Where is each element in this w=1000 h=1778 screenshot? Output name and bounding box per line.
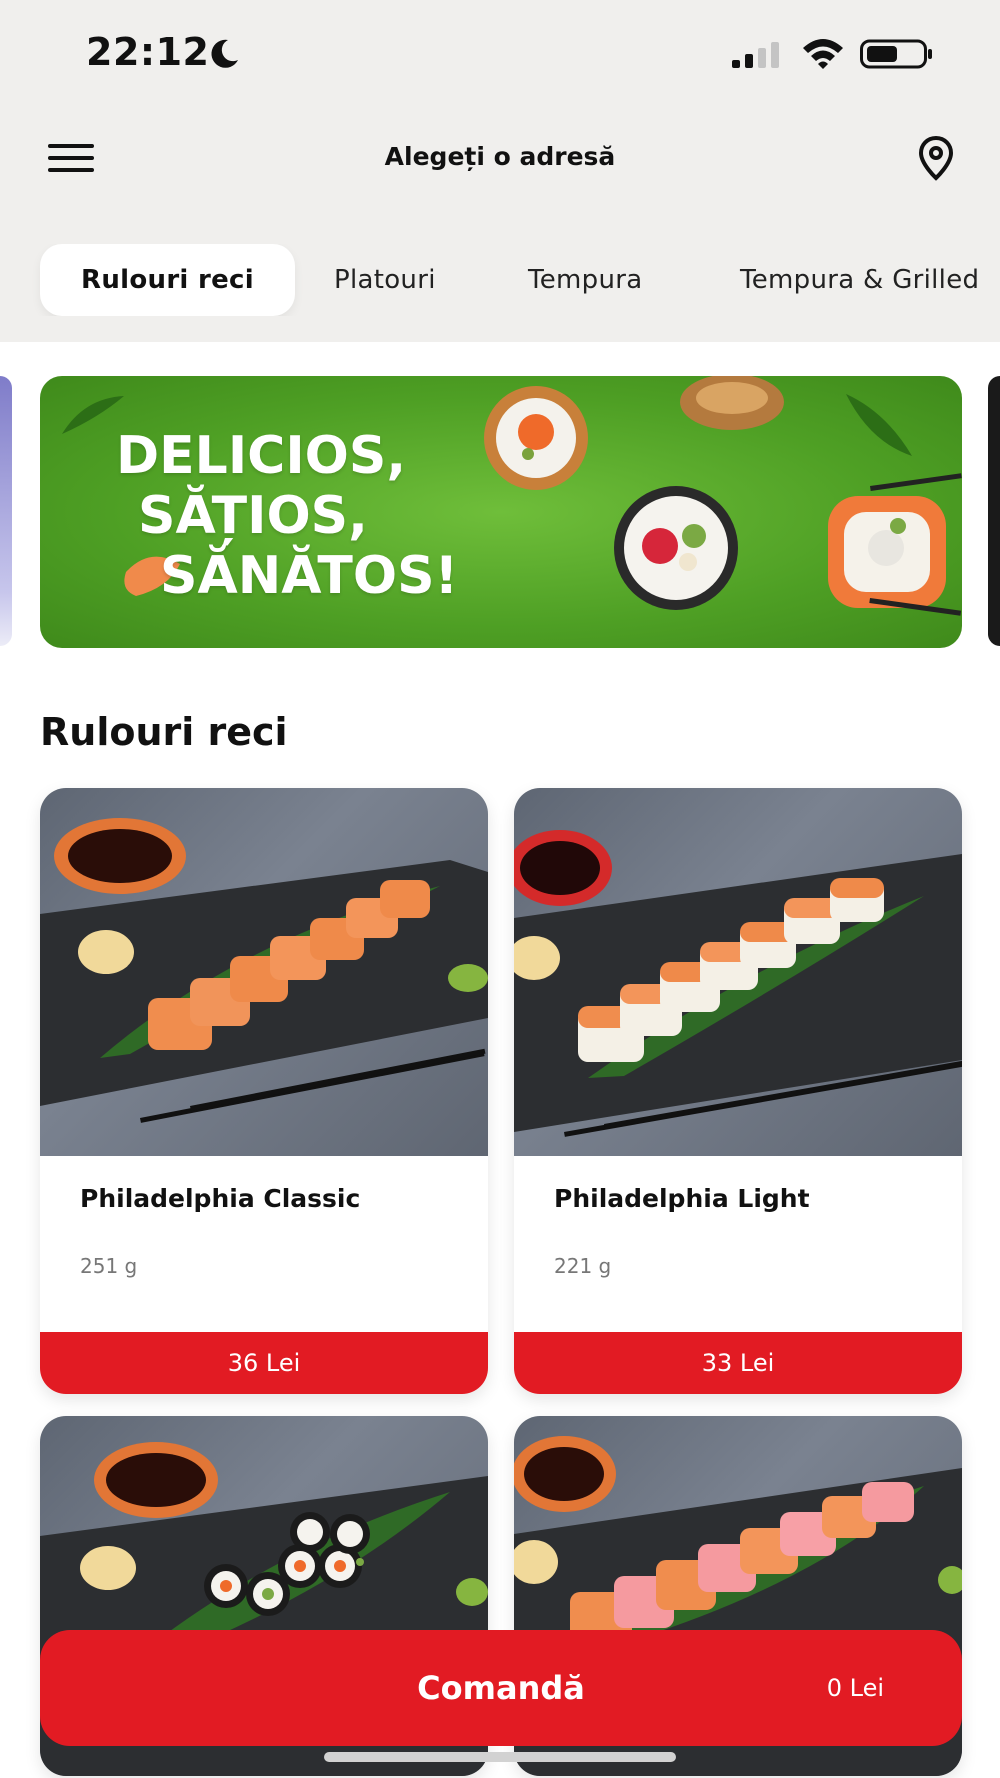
top-bar: Alegeți o adresă xyxy=(0,120,1000,196)
product-name: Philadelphia Classic xyxy=(80,1184,361,1213)
product-weight: 221 g xyxy=(554,1254,612,1278)
tab-tempura-grilled[interactable]: Tempura & Grilled xyxy=(740,244,979,316)
wifi-icon xyxy=(803,39,843,69)
battery-icon xyxy=(860,39,932,69)
order-total: 0 Lei xyxy=(826,1674,884,1702)
tab-platouri[interactable]: Platouri xyxy=(334,244,436,316)
map-pin-icon[interactable] xyxy=(914,134,958,182)
address-selector[interactable]: Alegeți o adresă xyxy=(300,142,700,171)
product-price-button[interactable]: 36 Lei xyxy=(40,1332,488,1394)
banner-line-1: DELICIOS, xyxy=(116,426,407,486)
banner-line-2: SĂȚIOS, xyxy=(138,486,368,546)
product-price-button[interactable]: 33 Lei xyxy=(514,1332,962,1394)
moon-icon xyxy=(211,39,238,68)
hamburger-line xyxy=(48,168,94,172)
hamburger-line xyxy=(48,156,94,160)
product-image xyxy=(40,788,488,1156)
status-bar: 22:12 xyxy=(0,0,1000,100)
order-button[interactable]: Comandă 0 Lei xyxy=(40,1630,962,1746)
sushi-plate-illustration xyxy=(40,818,488,1123)
home-indicator[interactable] xyxy=(324,1752,676,1762)
product-name: Philadelphia Light xyxy=(554,1184,810,1213)
banner-headline: DELICIOS, SĂȚIOS, SĂNĂTOS! xyxy=(116,426,458,606)
order-label: Comandă xyxy=(417,1669,585,1707)
status-time: 22:12 xyxy=(86,30,210,74)
product-weight: 251 g xyxy=(80,1254,138,1278)
promo-banner[interactable]: DELICIOS, SĂȚIOS, SĂNĂTOS! xyxy=(40,376,962,648)
header: 22:12 Alegeți o adresă Rulouri reci Plat… xyxy=(0,0,1000,342)
hamburger-menu-icon xyxy=(48,144,94,148)
section-title: Rulouri reci xyxy=(40,710,288,754)
banner-prev-slide[interactable] xyxy=(0,376,12,646)
product-card[interactable]: Philadelphia Light 221 g 33 Lei xyxy=(514,788,962,1394)
menu-button[interactable] xyxy=(44,138,100,178)
category-tabs: Rulouri reci Platouri Tempura Tempura & … xyxy=(0,244,1000,316)
signal-icon xyxy=(732,42,779,68)
banner-line-3: SĂNĂTOS! xyxy=(160,546,459,606)
tab-rulouri-reci[interactable]: Rulouri reci xyxy=(40,244,295,316)
sushi-plate-illustration xyxy=(514,830,962,1137)
banner-next-slide[interactable] xyxy=(988,376,1000,646)
product-image xyxy=(514,788,962,1156)
tab-tempura[interactable]: Tempura xyxy=(528,244,643,316)
product-card[interactable]: Philadelphia Classic 251 g 36 Lei xyxy=(40,788,488,1394)
